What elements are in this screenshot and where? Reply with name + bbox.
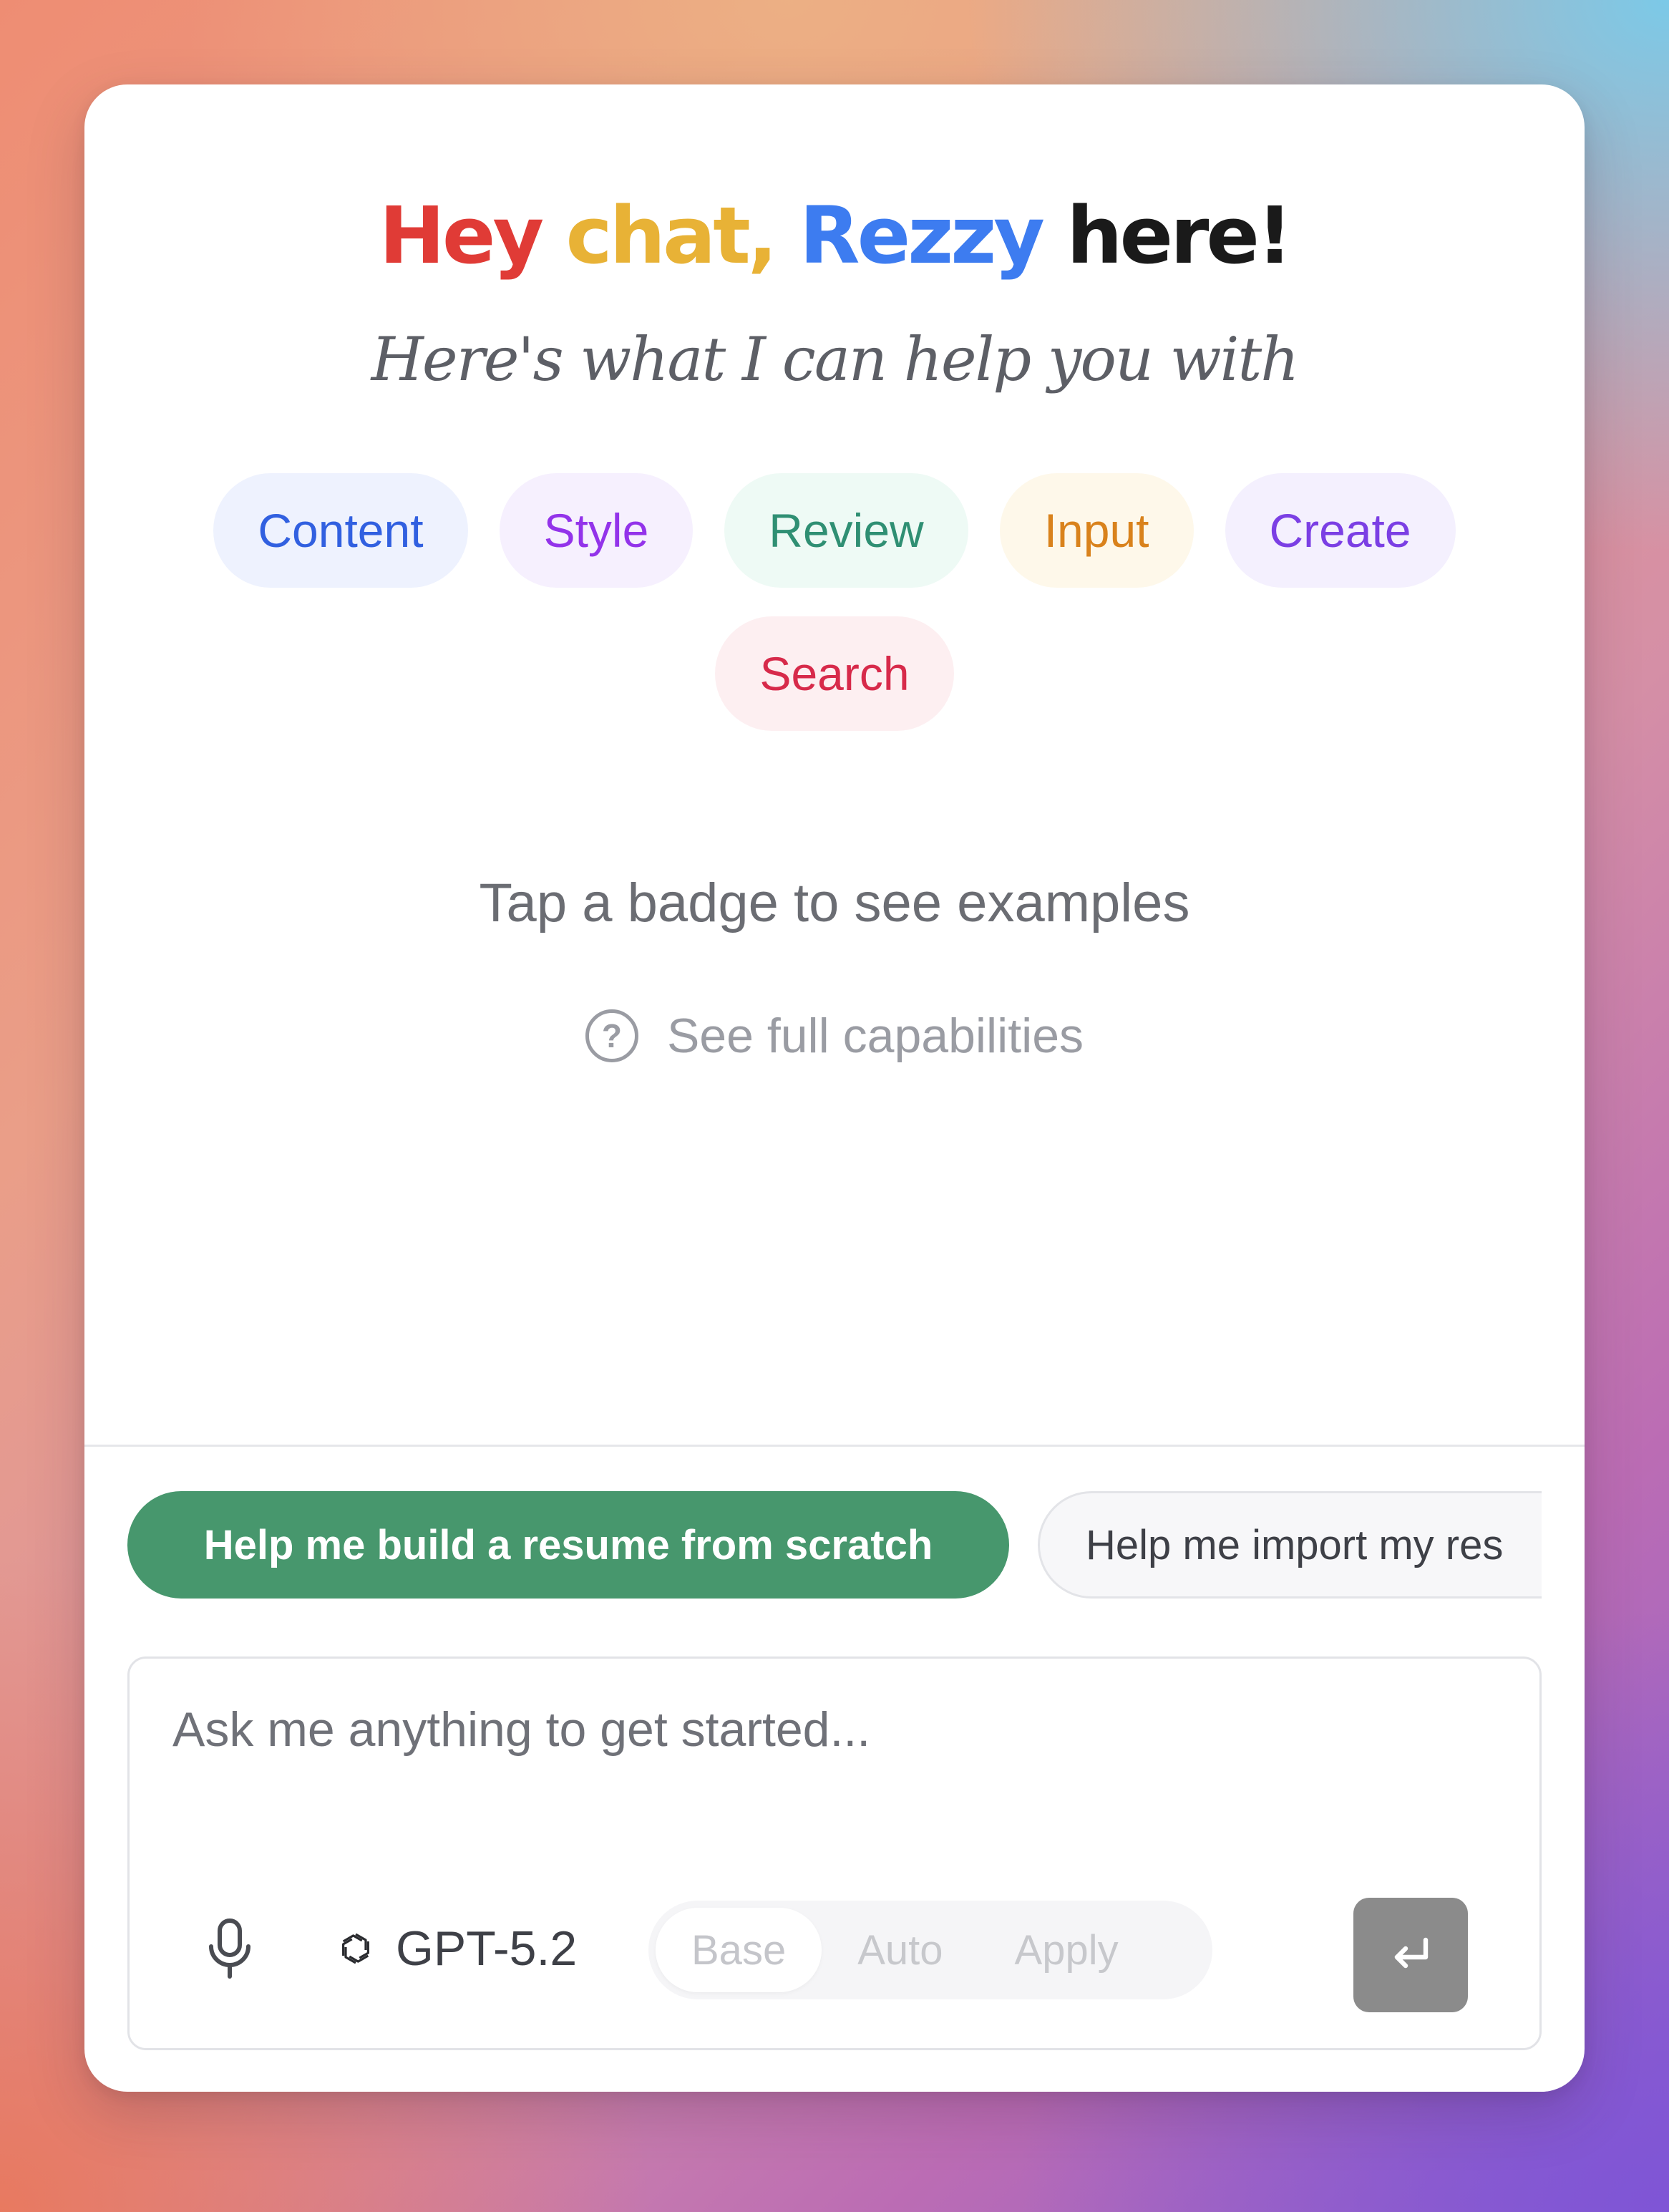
mode-apply[interactable]: Apply	[979, 1908, 1154, 1992]
microphone-icon[interactable]	[201, 1916, 258, 1981]
title-word-here: here!	[1066, 190, 1293, 281]
chat-panel: Hey chat, Rezzy here! Here's what I can …	[84, 84, 1585, 2092]
greeting-title: Hey chat, Rezzy here!	[84, 185, 1585, 287]
suggestion-build-resume[interactable]: Help me build a resume from scratch	[127, 1491, 1009, 1599]
suggestion-chips: Help me build a resume from scratch Help…	[127, 1491, 1542, 1606]
see-capabilities-label: See full capabilities	[666, 1009, 1084, 1063]
composer: GPT-5.2 Base Auto Apply	[127, 1656, 1542, 2050]
title-word-chat: chat,	[565, 190, 777, 281]
mode-base[interactable]: Base	[656, 1908, 822, 1992]
greeting-subtitle: Here's what I can help you with	[371, 324, 1300, 394]
enter-return-icon	[1394, 1937, 1429, 1969]
help-circle-icon: ?	[585, 1009, 638, 1062]
badge-input[interactable]: Input	[999, 473, 1194, 588]
badge-search[interactable]: Search	[715, 616, 954, 731]
title-word-hey: Hey	[379, 190, 544, 281]
title-word-rezzy: Rezzy	[799, 190, 1045, 281]
capability-badges-row-2: Search	[84, 616, 1585, 731]
model-name: GPT-5.2	[396, 1921, 578, 1976]
chat-input[interactable]	[172, 1702, 1461, 1757]
mode-auto[interactable]: Auto	[822, 1908, 978, 1992]
suggestion-import-resume[interactable]: Help me import my res	[1038, 1491, 1542, 1599]
badge-hint-text: Tap a badge to see examples	[479, 873, 1190, 933]
badge-style[interactable]: Style	[499, 473, 694, 588]
openai-logo-icon	[342, 1933, 369, 1964]
badge-create[interactable]: Create	[1225, 473, 1456, 588]
capability-badges-row-1: Content Style Review Input Create	[84, 473, 1585, 588]
divider	[84, 1445, 1585, 1447]
badge-review[interactable]: Review	[724, 473, 968, 588]
see-capabilities-link[interactable]: ? See full capabilities	[84, 1008, 1585, 1064]
mode-toggle: Base Auto Apply	[648, 1901, 1212, 1999]
send-button[interactable]	[1353, 1898, 1468, 2012]
badge-content[interactable]: Content	[213, 473, 468, 588]
model-selector[interactable]: GPT-5.2	[337, 1916, 577, 1981]
